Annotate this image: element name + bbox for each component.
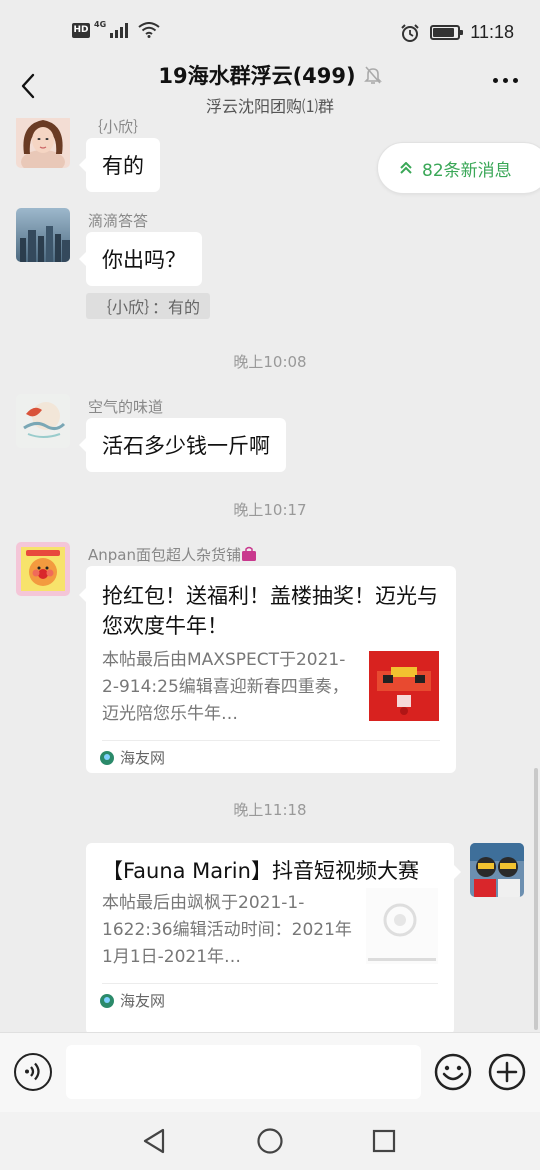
shopping-bag-icon [242, 546, 256, 561]
chat-area[interactable]: ｛小欣｝ 有的 滴滴答答 你出吗？ ｛小欣｝：有的 晚上10:08 空气的味道 … [0, 118, 540, 1032]
network-type: 4G [94, 20, 107, 29]
card-source-label: 海友网 [120, 992, 166, 1010]
card-divider [102, 983, 438, 984]
sender-name: 空气的味道 [88, 398, 164, 416]
nav-home-button[interactable] [253, 1124, 287, 1158]
card-source: 海友网 [100, 990, 165, 1011]
avatar[interactable] [16, 394, 70, 448]
link-card[interactable]: 【Fauna Marin】抖音短视频大赛 本帖最后由飒枫于2021-1-1622… [86, 843, 461, 1032]
double-chevron-up-icon [400, 162, 412, 174]
triangle-back-icon [143, 1128, 165, 1154]
more-functions-button[interactable] [488, 1053, 526, 1091]
message-input[interactable] [66, 1045, 421, 1099]
card-title: 【Fauna Marin】抖音短视频大赛 [102, 859, 419, 883]
new-messages-label: 82条新消息 [422, 160, 512, 181]
square-recents-icon [372, 1129, 396, 1153]
message-bubble[interactable]: 你出吗？ [79, 232, 202, 286]
sender-name-text: Anpan面包超人杂货铺 [88, 546, 241, 564]
avatar[interactable] [16, 118, 70, 168]
message-bubble[interactable]: 有的 [79, 138, 160, 192]
card-description: 本帖最后由MAXSPECT于2021-2-914:25编辑喜迎新春四重奏，迈光陪… [102, 650, 349, 724]
system-nav-bar [0, 1112, 540, 1170]
input-bar [0, 1032, 540, 1112]
more-button[interactable] [493, 78, 518, 83]
emoji-icon [434, 1053, 472, 1091]
self-avatar[interactable] [470, 843, 524, 897]
card-thumbnail [366, 888, 438, 964]
hd-badge: HD [72, 22, 90, 38]
link-card[interactable]: 抢红包！送福利！盖楼抽奖！迈光与您欢度牛年！ 本帖最后由MAXSPECT于202… [79, 566, 456, 773]
more-dots-icon [493, 78, 498, 83]
timestamp: 晚上10:08 [233, 353, 307, 371]
new-messages-pill[interactable]: 82条新消息 [377, 142, 540, 194]
page-title: 19海水群浮云(499) [158, 64, 356, 88]
plus-icon [488, 1053, 526, 1091]
sender-name: Anpan面包超人杂货铺 [88, 544, 257, 565]
title-block: 19海水群浮云(499) 浮云沈阳团购⑴群 [0, 60, 540, 117]
page-subtitle: 浮云沈阳团购⑴群 [205, 97, 334, 116]
chat-header: 19海水群浮云(499) 浮云沈阳团购⑴群 [0, 56, 540, 118]
card-description: 本帖最后由飒枫于2021-1-1622:36编辑活动时间：2021年1月1日-2… [102, 893, 352, 967]
status-bar: HD 4G 11:18 [0, 0, 540, 56]
status-right: 11:18 [400, 22, 514, 43]
avatar[interactable] [16, 542, 70, 596]
bell-off-icon [363, 66, 382, 84]
card-source: 海友网 [100, 747, 165, 768]
status-left: HD 4G [72, 20, 160, 38]
timestamp: 晚上11:18 [233, 801, 307, 819]
quoted-message[interactable]: ｛小欣｝：有的 [86, 293, 211, 319]
battery-icon [430, 25, 464, 40]
sender-name: ｛小欣｝ [88, 118, 149, 136]
card-title: 抢红包！送福利！盖楼抽奖！迈光与您欢度牛年！ [102, 584, 438, 638]
card-thumbnail [369, 651, 439, 721]
haiyou-logo-icon [100, 993, 114, 1008]
avatar[interactable] [16, 208, 70, 262]
card-source-label: 海友网 [120, 749, 166, 767]
emoji-button[interactable] [434, 1053, 472, 1091]
timestamp: 晚上10:17 [233, 501, 307, 519]
voice-button[interactable] [14, 1053, 52, 1091]
nav-recents-button[interactable] [367, 1124, 401, 1158]
nav-back-button[interactable] [137, 1124, 171, 1158]
clock: 11:18 [470, 22, 514, 42]
message-bubble[interactable]: 活石多少钱一斤啊 [79, 418, 286, 472]
voice-icon [25, 1062, 40, 1081]
haiyou-logo-icon [100, 750, 114, 765]
signal-icon [110, 22, 129, 38]
card-divider [102, 740, 440, 741]
scrollbar[interactable] [534, 768, 538, 1030]
alarm-icon [401, 23, 419, 42]
wifi-icon [138, 22, 160, 38]
circle-home-icon [257, 1128, 283, 1154]
sender-name: 滴滴答答 [88, 212, 149, 230]
